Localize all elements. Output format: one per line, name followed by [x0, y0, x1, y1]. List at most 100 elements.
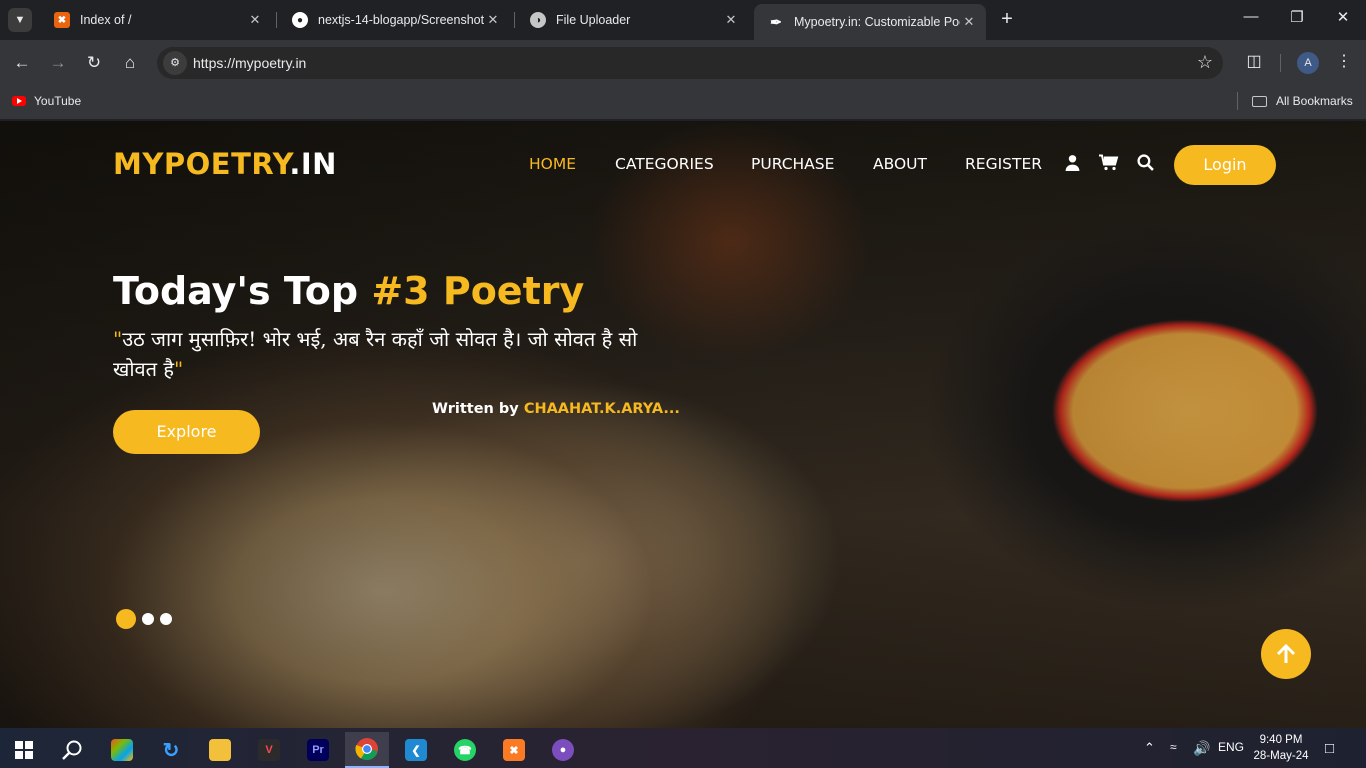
tab-divider: [276, 12, 277, 28]
nav-register[interactable]: REGISTER: [965, 155, 1042, 173]
close-tab-icon[interactable]: ✕: [246, 12, 264, 28]
valorant-icon: V: [258, 739, 280, 761]
volume-icon[interactable]: 🔊: [1193, 740, 1210, 757]
tab-title: Index of /: [80, 13, 132, 27]
restore-icon[interactable]: ❐: [1282, 8, 1312, 26]
cart-icon[interactable]: [1099, 154, 1119, 176]
taskbar-store[interactable]: [100, 732, 144, 768]
search-icon: [62, 740, 82, 760]
carousel-dot-2[interactable]: [142, 613, 154, 625]
reload-icon[interactable]: ↻: [82, 51, 106, 75]
windows-taskbar: ↻ V Pr ❮ ☎ ✖ ● ⌃ ≈ 🔊 ENG 9:40 PM 28-May-…: [0, 728, 1366, 768]
tab-title: nextjs-14-blogapp/Screenshot at...: [318, 13, 484, 27]
store-icon: [111, 739, 133, 761]
site-logo[interactable]: MYPOETRY.IN: [113, 147, 337, 181]
taskbar-sync[interactable]: ↻: [149, 732, 193, 768]
tray-chevron-up-icon[interactable]: ⌃: [1144, 740, 1155, 756]
start-button[interactable]: [2, 732, 46, 768]
forward-icon[interactable]: →: [46, 51, 70, 75]
logo-suffix: .IN: [289, 147, 337, 181]
language-indicator[interactable]: ENG: [1218, 740, 1244, 754]
hero-title: Today's Top #3 Poetry: [113, 269, 584, 313]
profile-avatar[interactable]: A: [1297, 52, 1319, 74]
xampp-icon: ✖: [503, 739, 525, 761]
taskbar-github-desktop[interactable]: ●: [541, 732, 585, 768]
taskbar-chrome[interactable]: [345, 732, 389, 768]
search-icon[interactable]: [1137, 154, 1154, 176]
tab-index[interactable]: ✖ Index of / ✕: [40, 6, 272, 34]
close-tab-icon[interactable]: ✕: [722, 12, 740, 28]
folder-icon: [209, 739, 231, 761]
hero-quote: "उठ जाग मुसाफ़िर! भोर भई, अब रैन कहाँ जो…: [113, 324, 673, 384]
taskbar-search[interactable]: [50, 732, 94, 768]
user-icon[interactable]: [1064, 154, 1081, 176]
notification-icon[interactable]: □: [1325, 740, 1334, 757]
author-name[interactable]: CHAAHAT.K.ARYA...: [524, 401, 680, 417]
address-bar[interactable]: ⚙ https://mypoetry.in ☆: [157, 47, 1223, 79]
close-window-icon[interactable]: ✕: [1328, 8, 1358, 26]
taskbar-clock[interactable]: 9:40 PM 28-May-24: [1252, 732, 1310, 764]
written-by-label: Written by: [432, 401, 524, 417]
taskbar-explorer[interactable]: [198, 732, 242, 768]
taskbar-valorant[interactable]: V: [247, 732, 291, 768]
bookmarks-bar: YouTube All Bookmarks: [0, 86, 1366, 120]
hero-title-highlight: #3 Poetry: [371, 269, 585, 313]
home-icon[interactable]: ⌂: [118, 51, 142, 75]
taskbar-whatsapp[interactable]: ☎: [443, 732, 487, 768]
all-bookmarks[interactable]: All Bookmarks: [1252, 94, 1353, 108]
taskbar-premiere[interactable]: Pr: [296, 732, 340, 768]
url-text[interactable]: https://mypoetry.in: [193, 55, 306, 71]
menu-kebab-icon[interactable]: ⋮: [1332, 51, 1356, 71]
whatsapp-icon: ☎: [454, 739, 476, 761]
logo-main: MYPOETRY: [113, 147, 290, 181]
github-icon: ●: [292, 12, 308, 28]
nav-about[interactable]: ABOUT: [873, 155, 927, 173]
bookmark-youtube[interactable]: YouTube: [12, 94, 81, 108]
globe-icon: ◑: [530, 12, 546, 28]
new-tab-button[interactable]: +: [996, 8, 1018, 30]
arrow-up-icon: [1276, 643, 1296, 663]
tab-search-button[interactable]: ▼: [8, 8, 32, 32]
quote-text: उठ जाग मुसाफ़िर! भोर भई, अब रैन कहाँ जो …: [113, 327, 638, 381]
quote-open: ": [113, 327, 123, 351]
bookmark-star-icon[interactable]: ☆: [1197, 52, 1213, 73]
written-by: Written by CHAAHAT.K.ARYA...: [432, 401, 680, 417]
chevron-down-icon: ▼: [14, 14, 26, 26]
tab-mypoetry[interactable]: ✒ Mypoetry.in: Customizable Poetry ✕: [754, 4, 986, 40]
explore-button[interactable]: Explore: [113, 410, 260, 454]
clock-date: 28-May-24: [1253, 750, 1309, 762]
close-tab-icon[interactable]: ✕: [960, 14, 978, 30]
taskbar-xampp[interactable]: ✖: [492, 732, 536, 768]
bookmarks-divider: [1237, 92, 1238, 110]
vscode-icon: ❮: [405, 739, 427, 761]
nav-home[interactable]: HOME: [529, 155, 576, 173]
scroll-to-top-button[interactable]: [1261, 629, 1311, 679]
minimize-icon[interactable]: —: [1236, 8, 1266, 25]
nav-categories[interactable]: CATEGORIES: [615, 155, 714, 173]
extensions-icon[interactable]: ◫: [1242, 51, 1266, 71]
taskbar-vscode[interactable]: ❮: [394, 732, 438, 768]
nav-purchase[interactable]: PURCHASE: [751, 155, 834, 173]
sync-icon: ↻: [162, 739, 180, 762]
network-icon[interactable]: ≈: [1170, 740, 1177, 754]
youtube-icon: [12, 96, 26, 106]
site-info-icon[interactable]: ⚙: [163, 51, 187, 75]
back-icon[interactable]: ←: [10, 51, 34, 75]
tab-divider: [514, 12, 515, 28]
hero-title-prefix: Today's Top: [113, 269, 372, 313]
tab-github[interactable]: ● nextjs-14-blogapp/Screenshot at... ✕: [278, 6, 510, 34]
folder-icon: [1252, 95, 1267, 107]
carousel-dot-3[interactable]: [160, 613, 172, 625]
chrome-icon: [355, 738, 378, 761]
bookmark-label: YouTube: [34, 94, 82, 108]
github-icon: ●: [552, 739, 574, 761]
quote-close: ": [174, 357, 184, 381]
close-tab-icon[interactable]: ✕: [484, 12, 502, 28]
xampp-icon: ✖: [54, 12, 70, 28]
hero-section: MYPOETRY.IN HOME CATEGORIES PURCHASE ABO…: [0, 121, 1366, 728]
carousel-dot-1[interactable]: [116, 609, 136, 629]
login-button[interactable]: Login: [1174, 145, 1276, 185]
tab-title: Mypoetry.in: Customizable Poetry: [794, 15, 960, 29]
clock-time: 9:40 PM: [1259, 734, 1303, 746]
tab-file-uploader[interactable]: ◑ File Uploader ✕: [516, 6, 748, 34]
